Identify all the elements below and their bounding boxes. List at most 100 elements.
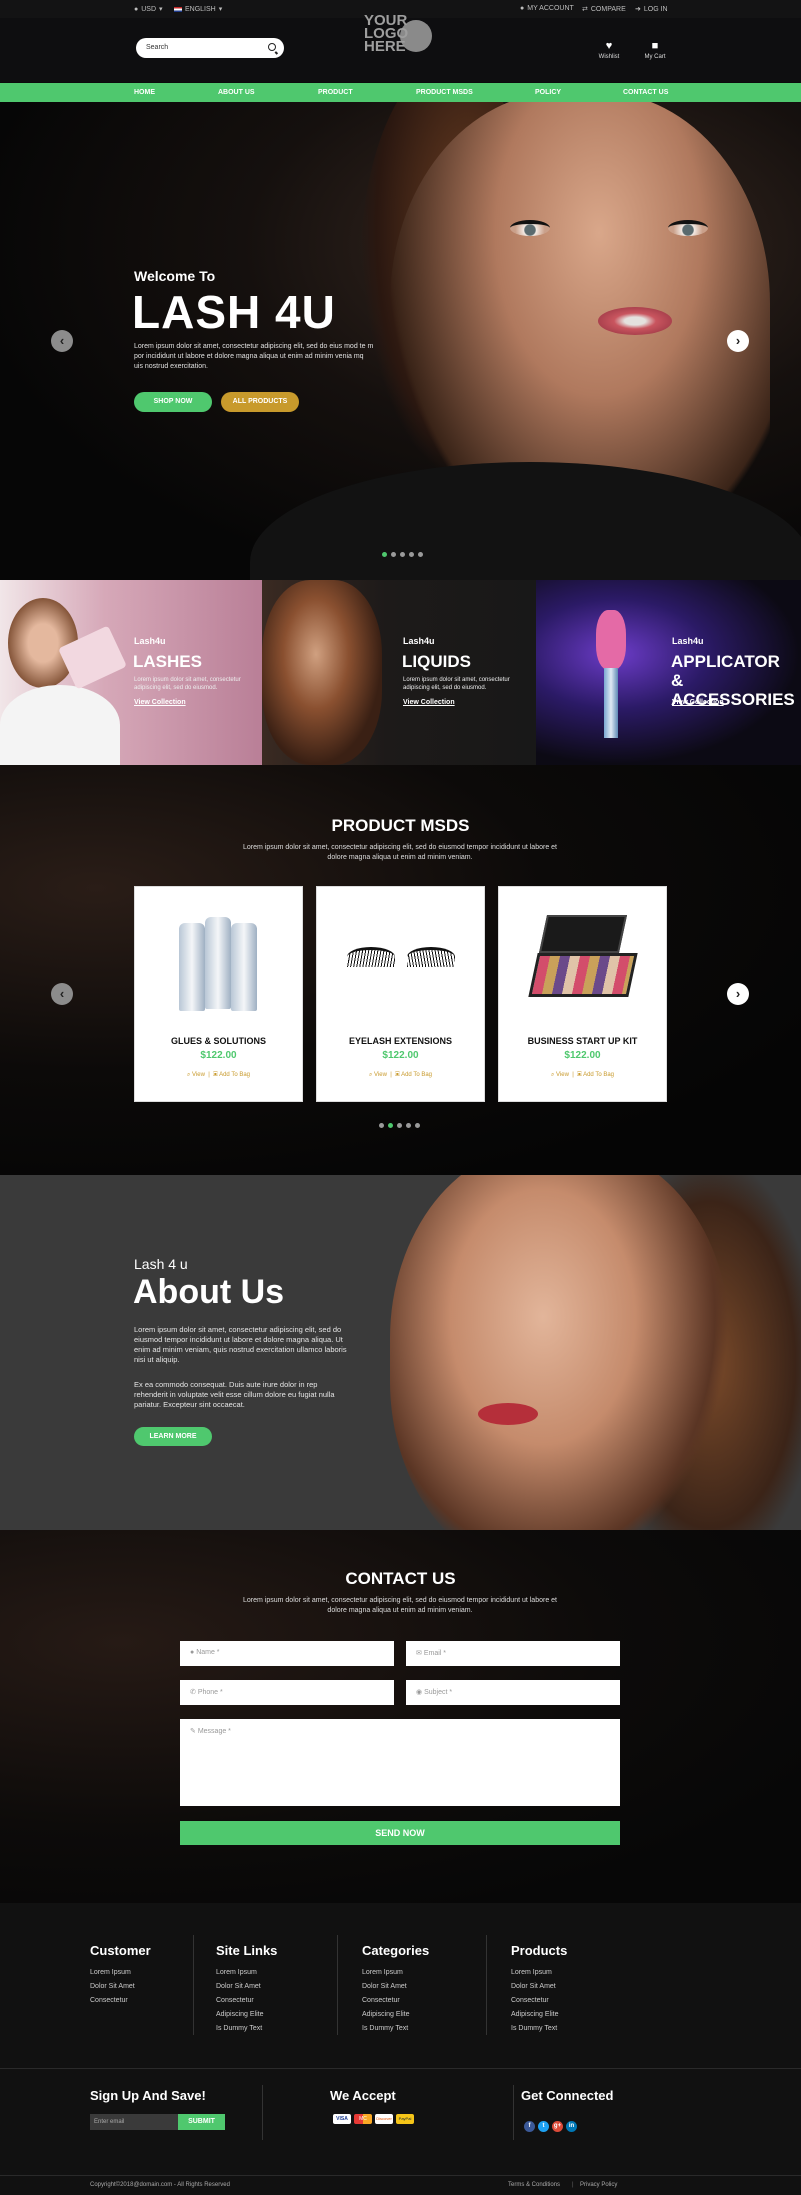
product-card[interactable]: EYELASH EXTENSIONS $122.00 ⌕ View | ▣ Ad… xyxy=(316,886,485,1102)
nav-about-us[interactable]: ABOUT US xyxy=(218,89,255,96)
footer-link[interactable]: Dolor Sit Amet xyxy=(511,1980,567,1994)
footer-link[interactable]: Dolor Sit Amet xyxy=(90,1980,151,1994)
hero-next-arrow[interactable]: › xyxy=(727,330,749,352)
bag-icon: ■ xyxy=(651,40,659,52)
login-label: LOG IN xyxy=(643,5,668,13)
footer-link[interactable]: Consectetur xyxy=(511,1994,567,2008)
bag-icon: ▣ xyxy=(395,1072,400,1078)
category-brand: Lash4u xyxy=(672,636,704,646)
footer-link[interactable]: Is Dummy Text xyxy=(216,2022,277,2036)
nav-product-msds[interactable]: PRODUCT MSDS xyxy=(416,89,473,96)
name-field[interactable]: ● Name * xyxy=(180,1641,394,1666)
products-prev-arrow[interactable]: ‹ xyxy=(51,983,73,1005)
add-to-bag-link[interactable]: Add To Bag xyxy=(401,1072,432,1078)
product-card[interactable]: GLUES & SOLUTIONS $122.00 ⌕ View | ▣ Add… xyxy=(134,886,303,1102)
slider-dot[interactable] xyxy=(391,552,396,557)
footer-link[interactable]: Consectetur xyxy=(90,1994,151,2008)
slider-dot[interactable] xyxy=(400,552,405,557)
compare-icon: ⇄ xyxy=(582,6,588,13)
facebook-icon[interactable]: f xyxy=(524,2121,535,2132)
newsletter-submit-button[interactable]: SUBMIT xyxy=(178,2114,225,2130)
phone-field[interactable]: ✆ Phone * xyxy=(180,1680,394,1705)
add-to-bag-link[interactable]: Add To Bag xyxy=(219,1072,250,1078)
category-title: LIQUIDS xyxy=(402,652,471,671)
signup-title: Sign Up And Save! xyxy=(90,2088,206,2103)
slider-dot[interactable] xyxy=(415,1123,420,1128)
email-field[interactable]: ✉ Email * xyxy=(406,1641,620,1666)
product-name: BUSINESS START UP KIT xyxy=(527,1036,638,1046)
name-placeholder: Name * xyxy=(196,1649,220,1656)
slider-dot[interactable] xyxy=(388,1123,393,1128)
footer-link[interactable]: Lorem Ipsum xyxy=(362,1966,429,1980)
currency-label: USD xyxy=(141,5,157,13)
view-link[interactable]: View xyxy=(556,1072,569,1078)
footer-link[interactable]: Adipiscing Elite xyxy=(362,2008,429,2022)
cart-label: My Cart xyxy=(644,54,666,60)
login-link[interactable]: ➜ LOG IN xyxy=(635,5,668,14)
hero-prev-arrow[interactable]: ‹ xyxy=(51,330,73,352)
cart-button[interactable]: ■ My Cart xyxy=(640,40,670,60)
my-account-link[interactable]: ● MY ACCOUNT xyxy=(520,5,574,12)
slider-dot[interactable] xyxy=(409,552,414,557)
footer-link[interactable]: Lorem Ipsum xyxy=(511,1966,567,1980)
wishlist-button[interactable]: ♥ Wishlist xyxy=(594,40,624,60)
footer-link[interactable]: Consectetur xyxy=(362,1994,429,2008)
footer-link[interactable]: Dolor Sit Amet xyxy=(362,1980,429,1994)
subject-field[interactable]: ◉ Subject * xyxy=(406,1680,620,1705)
all-products-button[interactable]: ALL PRODUCTS xyxy=(221,392,299,412)
login-icon: ➜ xyxy=(635,6,641,13)
message-field[interactable]: ✎ Message * xyxy=(180,1719,620,1806)
footer-link[interactable]: Dolor Sit Amet xyxy=(216,1980,277,1994)
category-image-shirt xyxy=(0,685,120,765)
learn-more-button[interactable]: LEARN MORE xyxy=(134,1427,212,1446)
slider-dot[interactable] xyxy=(397,1123,402,1128)
newsletter-email-input[interactable]: Enter email xyxy=(90,2114,178,2130)
footer-link[interactable]: Lorem Ipsum xyxy=(90,1966,151,1980)
view-collection-link[interactable]: View Collection xyxy=(403,699,455,706)
slider-dot[interactable] xyxy=(406,1123,411,1128)
nav-contact-us[interactable]: CONTACT US xyxy=(623,89,668,96)
view-collection-link[interactable]: View Collection xyxy=(134,699,186,706)
category-liquids[interactable]: Lash4u LIQUIDS Lorem ipsum dolor sit ame… xyxy=(262,580,536,765)
currency-selector[interactable]: ● USD ▾ xyxy=(134,5,163,14)
twitter-icon[interactable]: t xyxy=(538,2121,549,2132)
logo[interactable]: YOUR LOGO HERE xyxy=(360,12,440,62)
search-input[interactable]: Search xyxy=(136,38,284,58)
footer-link[interactable]: Lorem Ipsum xyxy=(216,1966,277,1980)
category-lashes[interactable]: Lash4u LASHES Lorem ipsum dolor sit amet… xyxy=(0,580,262,765)
footer-link[interactable]: Adipiscing Elite xyxy=(511,2008,567,2022)
products-next-arrow[interactable]: › xyxy=(727,983,749,1005)
nav-home[interactable]: HOME xyxy=(134,89,155,96)
footer-link[interactable]: Is Dummy Text xyxy=(362,2022,429,2036)
product-card[interactable]: BUSINESS START UP KIT $122.00 ⌕ View | ▣… xyxy=(498,886,667,1102)
add-to-bag-link[interactable]: Add To Bag xyxy=(583,1072,614,1078)
linkedin-icon[interactable]: in xyxy=(566,2121,577,2132)
nav-policy[interactable]: POLICY xyxy=(535,89,561,96)
language-selector[interactable]: ENGLISH ▾ xyxy=(174,5,222,13)
hero-title: LASH 4U xyxy=(132,286,336,338)
bag-icon: ▣ xyxy=(577,1072,582,1078)
terms-link[interactable]: Terms & Conditions xyxy=(508,2182,560,2188)
contact-title: CONTACT US xyxy=(345,1569,456,1588)
view-icon: ⌕ xyxy=(186,1072,191,1078)
shop-now-button[interactable]: SHOP NOW xyxy=(134,392,212,412)
search-icon[interactable] xyxy=(268,43,276,51)
privacy-link[interactable]: Privacy Policy xyxy=(580,2182,617,2188)
category-applicators[interactable]: Lash4u APPLICATOR & ACCESSORIES View Col… xyxy=(536,580,801,765)
footer-link[interactable]: Consectetur xyxy=(216,1994,277,2008)
footer-link[interactable]: Is Dummy Text xyxy=(511,2022,567,2036)
compare-link[interactable]: ⇄ COMPARE xyxy=(582,5,626,14)
footer-link[interactable]: Adipiscing Elite xyxy=(216,2008,277,2022)
globe-icon: ● xyxy=(134,5,139,13)
view-link[interactable]: View xyxy=(374,1072,387,1078)
send-now-button[interactable]: SEND NOW xyxy=(180,1821,620,1845)
chevron-left-icon: ‹ xyxy=(59,986,65,1001)
nav-product[interactable]: PRODUCT xyxy=(318,89,353,96)
view-collection-link[interactable]: View Collection xyxy=(672,699,724,706)
google-plus-icon[interactable]: g+ xyxy=(552,2121,563,2132)
slider-dot[interactable] xyxy=(418,552,423,557)
slider-dot[interactable] xyxy=(379,1123,384,1128)
view-link[interactable]: View xyxy=(192,1072,205,1078)
slider-dot[interactable] xyxy=(382,552,387,557)
view-icon: ⌕ xyxy=(550,1072,555,1078)
